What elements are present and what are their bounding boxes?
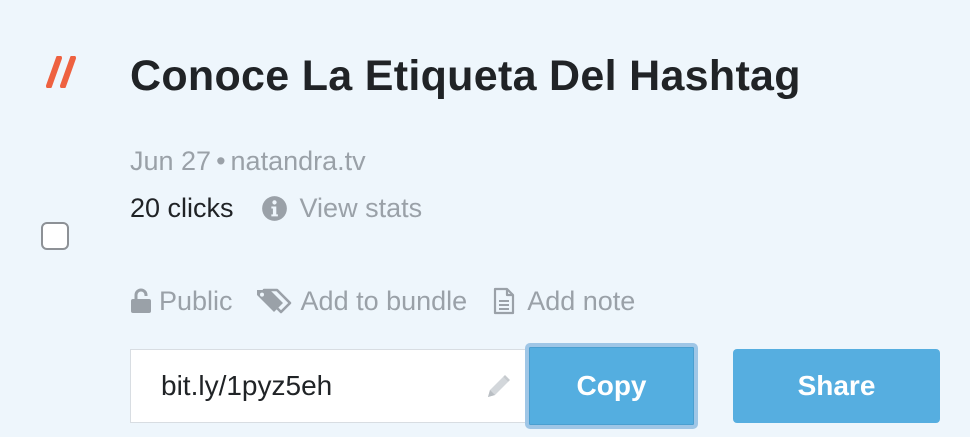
document-icon <box>494 287 515 315</box>
privacy-label: Public <box>159 286 233 316</box>
info-circle-icon <box>261 195 287 221</box>
tag-icon <box>256 288 291 314</box>
privacy-toggle[interactable]: Public <box>129 285 233 317</box>
double-slash-icon <box>46 56 76 88</box>
short-link-input[interactable] <box>131 350 471 422</box>
pencil-icon[interactable] <box>483 372 513 402</box>
link-date: Jun 27 <box>130 146 212 176</box>
link-title[interactable]: Conoce La Etiqueta Del Hashtag <box>130 50 801 102</box>
click-count: 20 clicks <box>130 193 234 223</box>
add-note-label: Add note <box>527 286 636 316</box>
select-link-checkbox[interactable] <box>41 222 69 250</box>
link-card: Conoce La Etiqueta Del Hashtag Jun 27 • na… <box>0 0 970 437</box>
stats-line: 20 clicks View stats <box>130 191 422 225</box>
source-domain: natandra.tv <box>230 146 366 176</box>
link-meta: Jun 27 • natandra.tv <box>130 145 366 177</box>
add-to-bundle-label: Add to bundle <box>300 286 468 316</box>
view-stats-link[interactable]: View stats <box>300 192 423 224</box>
add-note-button[interactable]: Add note <box>493 285 635 317</box>
copy-button[interactable]: Copy <box>525 343 698 429</box>
share-button[interactable]: Share <box>733 349 940 423</box>
short-link-field <box>130 349 528 423</box>
link-actions: Public Add to bundle Add note <box>129 283 635 319</box>
unlock-icon <box>131 288 151 313</box>
add-to-bundle-button[interactable]: Add to bundle <box>255 285 468 317</box>
meta-separator: • <box>216 146 226 176</box>
